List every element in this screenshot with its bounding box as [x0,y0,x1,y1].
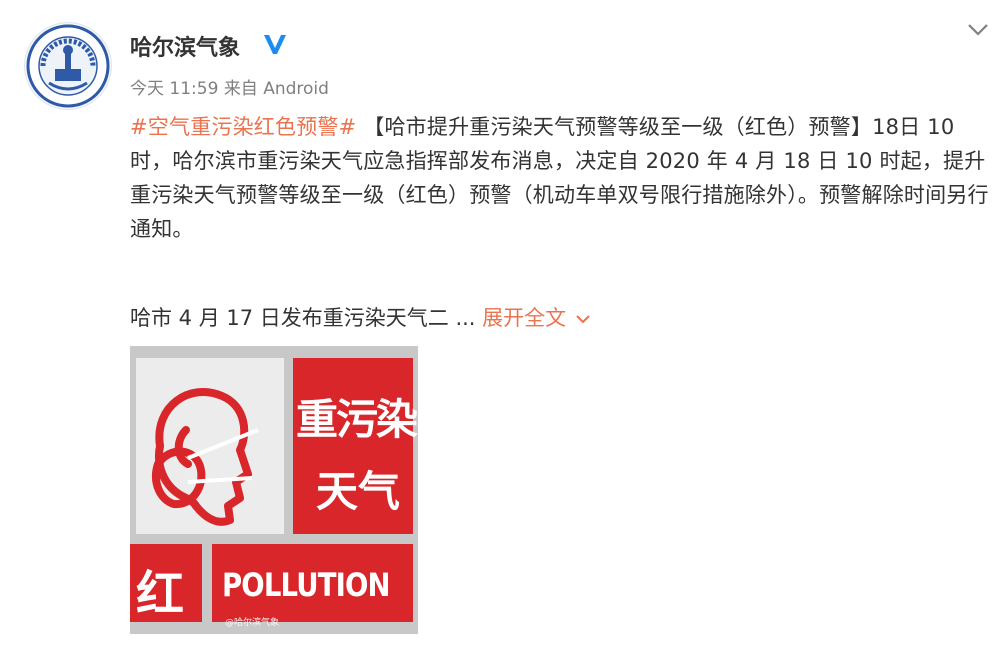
poster-line2: 天气 [316,467,401,516]
pollution-warning-image[interactable]: 重污染 天气 红 POLLUTION @哈尔滨气象 [130,346,418,634]
chevron-down-icon[interactable] [965,20,991,40]
verified-v-icon [264,35,286,54]
image-watermark: @哈尔滨气象 [225,618,280,628]
chevron-down-icon[interactable] [574,313,592,325]
author-name[interactable]: 哈尔滨气象 [130,30,240,62]
author-avatar[interactable] [24,22,112,110]
poster-level: 红 [136,566,185,622]
expand-full-text-link[interactable]: 展开全文 [482,306,566,330]
post-body: #空气重污染红色预警# 【哈市提升重污染天气预警等级至一级（红色）预警】18日 … [130,110,992,246]
post-meta: 今天 11:59 来自 Android [130,74,329,99]
snippet-text: 哈市 4 月 17 日发布重污染天气二 ... [130,306,483,330]
poster-english: POLLUTION [222,566,391,604]
post-snippet: 哈市 4 月 17 日发布重污染天气二 ... 展开全文 [130,302,592,332]
poster-line1: 重污染 [296,395,418,444]
post-time[interactable]: 今天 11:59 [130,79,218,99]
hashtag-link[interactable]: #空气重污染红色预警# [130,115,356,139]
post-source: 来自 Android [223,79,329,99]
bureau-logo-icon [26,24,110,108]
